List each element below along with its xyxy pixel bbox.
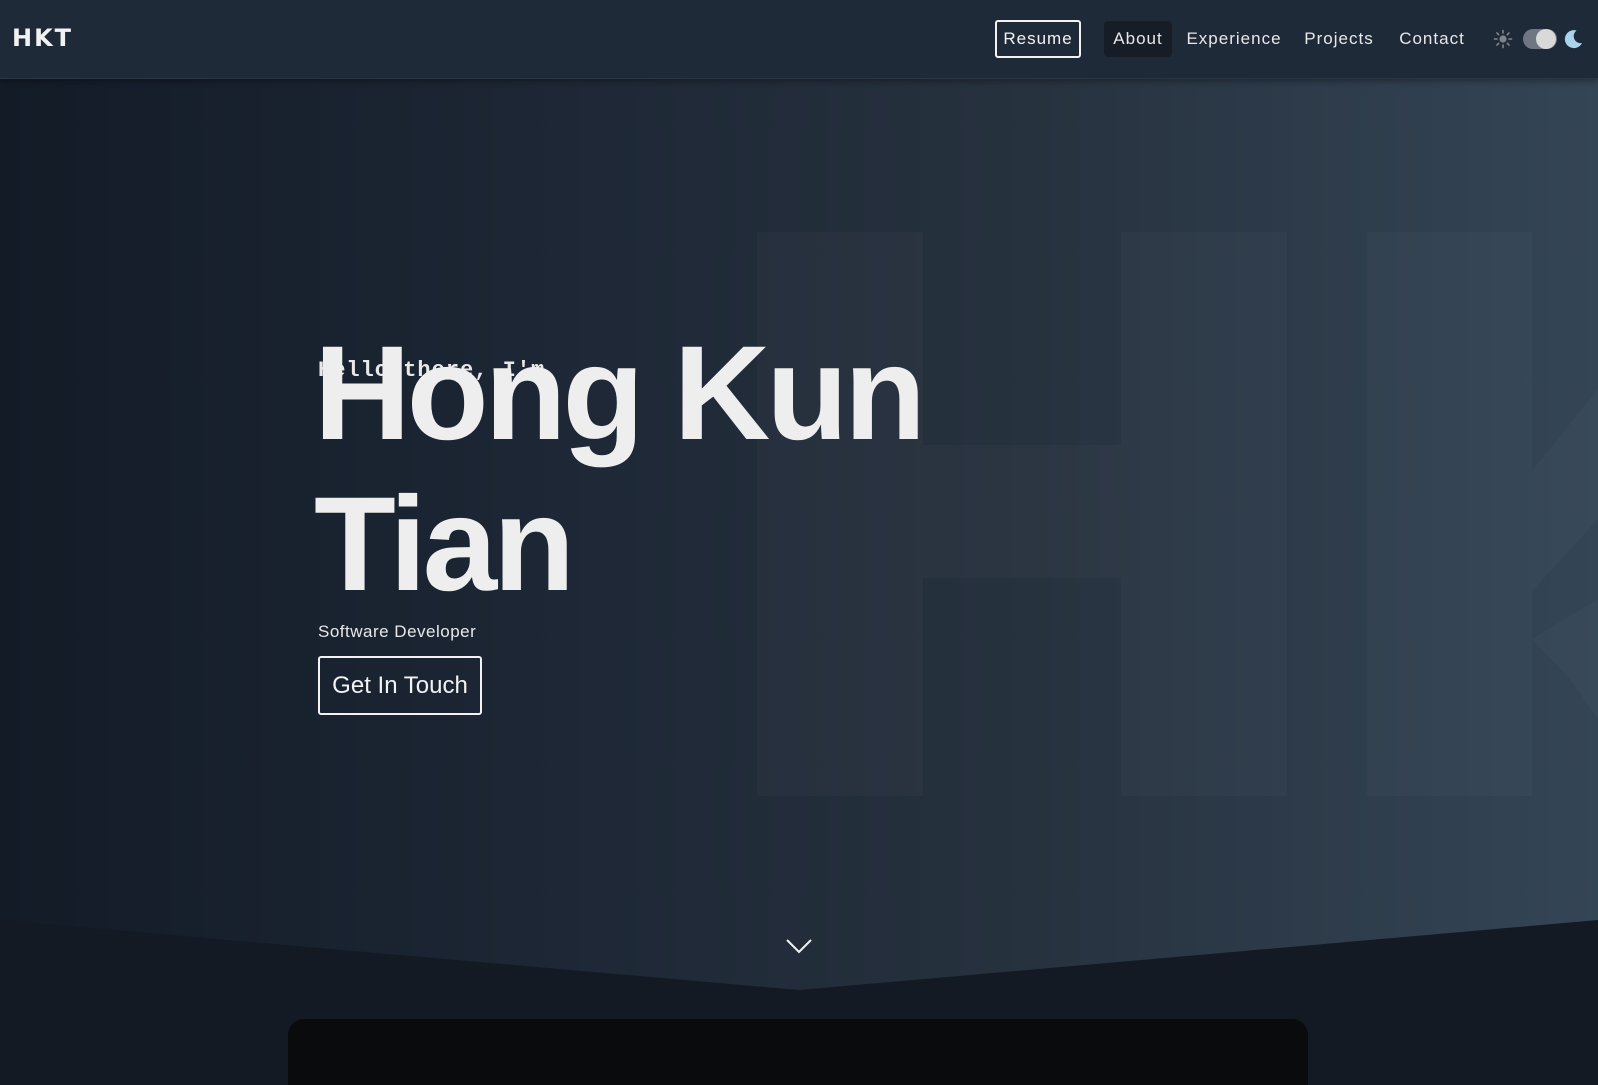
chevron-down-icon[interactable] bbox=[784, 936, 814, 956]
name-heading-line-2: Tian bbox=[314, 470, 575, 619]
section-divider bbox=[0, 920, 1598, 1085]
name-heading-line-1: Hong Kun bbox=[314, 319, 926, 468]
hero-section: Hello there, I'm bbox=[0, 79, 1598, 1085]
about-card bbox=[288, 1019, 1308, 1085]
get-in-touch-button[interactable]: Get In Touch bbox=[318, 656, 482, 715]
nav-link-experience[interactable]: Experience bbox=[1178, 21, 1290, 57]
nav-link-projects[interactable]: Projects bbox=[1296, 21, 1382, 57]
theme-toggle bbox=[1493, 26, 1593, 52]
navbar: HKT Resume About Experience Projects Con… bbox=[0, 0, 1598, 79]
portfolio-page: Hello there, I'm Hong Kun Tian Software … bbox=[0, 0, 1598, 1085]
theme-switch[interactable] bbox=[1523, 29, 1557, 49]
nav-link-about[interactable]: About bbox=[1104, 21, 1172, 57]
role-subtitle: Software Developer bbox=[318, 622, 477, 641]
nav-link-contact[interactable]: Contact bbox=[1390, 21, 1474, 57]
moon-icon bbox=[1564, 30, 1582, 49]
resume-button[interactable]: Resume bbox=[995, 20, 1081, 58]
sun-icon bbox=[1493, 29, 1513, 49]
brand-logo[interactable]: HKT bbox=[12, 24, 73, 52]
theme-switch-knob bbox=[1536, 29, 1556, 49]
